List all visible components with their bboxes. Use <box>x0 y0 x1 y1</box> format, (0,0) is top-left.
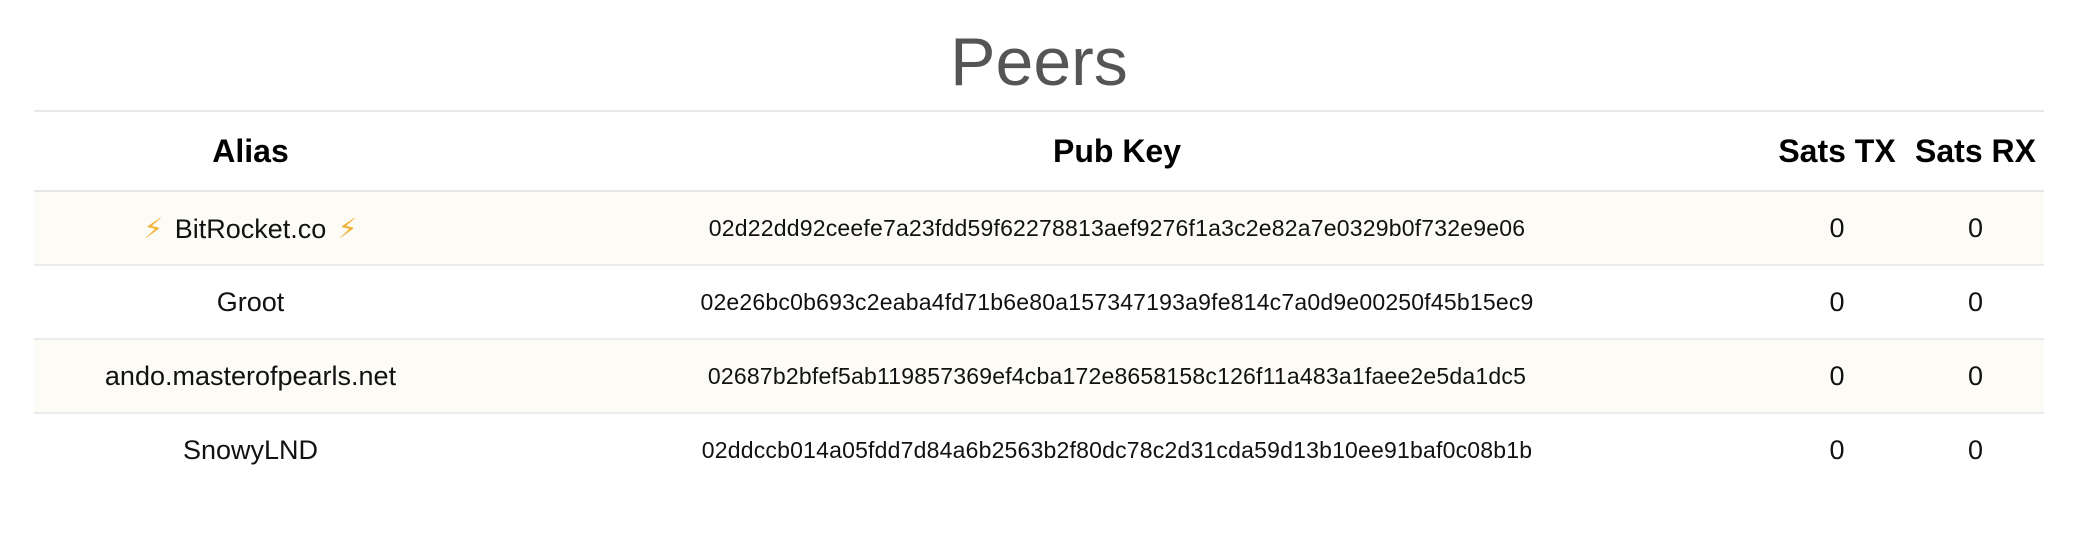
table-header: Alias Pub Key Sats TX Sats RX <box>34 111 2044 191</box>
column-header-sats-rx[interactable]: Sats RX <box>1907 111 2044 191</box>
lightning-bolt-icon: ⚡ <box>337 212 358 244</box>
peer-pubkey: 02687b2bfef5ab119857369ef4cba172e8658158… <box>707 362 1527 389</box>
page-title: Peers <box>950 24 1128 100</box>
column-header-pubkey[interactable]: Pub Key <box>467 111 1767 191</box>
peer-sats-rx: 0 <box>1967 212 1984 243</box>
table-header-row: Alias Pub Key Sats TX Sats RX <box>34 111 2044 191</box>
peer-sats-rx: 0 <box>1967 435 1984 465</box>
peers-table-container: Alias Pub Key Sats TX Sats RX ⚡ BitRocke… <box>34 110 2044 487</box>
peer-pubkey: 02d22dd92ceefe7a23fdd59f62278813aef9276f… <box>708 214 1526 241</box>
peer-sats-tx: 0 <box>1829 212 1845 243</box>
table-row[interactable]: ⚡ BitRocket.co ⚡ 02d22dd92ceefe7a23fdd59… <box>34 191 2044 265</box>
peer-pubkey: 02e26bc0b693c2eaba4fd71b6e80a157347193a9… <box>700 288 1534 315</box>
peer-sats-tx: 0 <box>1829 360 1845 391</box>
peers-table: Alias Pub Key Sats TX Sats RX ⚡ BitRocke… <box>34 110 2044 487</box>
column-header-alias[interactable]: Alias <box>34 111 467 191</box>
peer-sats-rx: 0 <box>1967 286 1984 317</box>
peer-alias: ando.masterofpearls.net <box>104 360 397 391</box>
peer-alias: Groot <box>216 286 285 317</box>
peer-sats-rx: 0 <box>1967 360 1984 391</box>
peer-pubkey: 02ddccb014a05fdd7d84a6b2563b2f80dc78c2d3… <box>701 437 1533 463</box>
table-body: ⚡ BitRocket.co ⚡ 02d22dd92ceefe7a23fdd59… <box>34 191 2044 487</box>
peer-sats-tx: 0 <box>1829 435 1845 465</box>
column-header-sats-tx[interactable]: Sats TX <box>1767 111 1907 191</box>
peer-alias: BitRocket.co <box>174 213 327 244</box>
table-row[interactable]: ando.masterofpearls.net 02687b2bfef5ab11… <box>34 339 2044 413</box>
peer-alias: SnowyLND <box>182 435 319 465</box>
table-row[interactable]: Groot 02e26bc0b693c2eaba4fd71b6e80a15734… <box>34 265 2044 339</box>
table-row[interactable]: SnowyLND 02ddccb014a05fdd7d84a6b2563b2f8… <box>34 413 2044 487</box>
peer-alias-cell: ⚡ BitRocket.co ⚡ <box>34 191 467 265</box>
peer-sats-tx: 0 <box>1829 286 1845 317</box>
lightning-bolt-icon: ⚡ <box>143 212 164 244</box>
